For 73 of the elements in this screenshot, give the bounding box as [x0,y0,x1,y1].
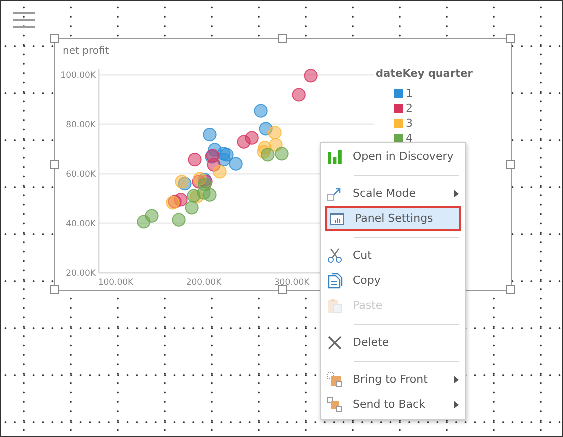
cross-icon [327,334,343,350]
menu-item[interactable]: Send to Back [321,392,465,417]
resize-arrow-icon [327,186,343,202]
paste-icon [327,298,343,314]
data-point [257,145,271,159]
panel-title: net profit [62,45,110,59]
data-point [145,209,159,223]
axis-label: 40.00K [66,219,96,230]
legend-title: dateKey quarter [376,68,473,80]
data-point [213,165,227,179]
caret-icon [454,376,459,384]
menu-item[interactable]: Copy [321,268,465,293]
resize-handle[interactable] [278,34,287,43]
menu-item[interactable]: Bring to Front [321,367,465,392]
data-point [292,88,306,102]
data-point [217,153,231,167]
data-point [198,178,212,192]
legend-label: 3 [406,117,413,130]
data-point [203,128,217,142]
resize-handle[interactable] [278,285,287,294]
resize-handle[interactable] [506,285,515,294]
data-point [259,122,273,136]
data-point [207,158,221,172]
data-point [178,177,192,191]
bring-to-front-icon [327,372,343,388]
legend-label: 2 [406,102,413,115]
caret-icon [454,400,459,408]
axis-label: 80.00K [66,120,96,130]
menu-item[interactable]: Delete [321,330,465,355]
data-point [304,69,318,83]
caret-icon [454,190,459,198]
data-point [203,188,217,202]
menu-item[interactable]: Cut [321,243,465,268]
axis-label: 100.00K [60,70,96,81]
legend-label: 4 [406,132,413,145]
data-point [229,157,243,171]
data-point [193,172,207,186]
data-point [261,148,275,162]
data-point [172,213,186,227]
axis-label: 60.00K [66,170,96,180]
data-point [185,201,199,215]
legend-label: 1 [406,87,413,100]
resize-handle[interactable] [506,34,515,43]
axis-label: 20.00K [66,269,96,279]
panel-chart-icon [329,210,345,226]
axis-label: 100.00K [98,278,134,288]
axis-label: 200.00K [186,278,222,288]
data-point [275,147,289,161]
data-point [188,153,202,167]
data-point [175,175,189,189]
resize-handle[interactable] [50,285,59,294]
data-point [237,135,251,149]
data-point [137,215,151,229]
data-point [254,104,268,118]
copy-icon [327,272,343,288]
resize-handle[interactable] [50,160,59,168]
menu-item[interactable]: Scale Mode [321,181,465,206]
resize-handle[interactable] [50,34,59,43]
data-point [187,189,201,203]
data-point [245,131,259,145]
data-point [220,148,234,162]
data-point [269,138,283,152]
send-to-back-icon [327,396,343,412]
scissors-icon [327,248,343,264]
bar-chart-icon [327,148,343,164]
menu-icon[interactable] [13,12,35,28]
resize-handle[interactable] [506,160,515,168]
axis-label: 300.00K [274,278,310,288]
menu-item[interactable]: Panel Settings [325,206,461,231]
data-point [268,126,282,140]
data-point [197,186,211,200]
data-point [174,193,188,207]
menu-item[interactable]: Open in Discovery [321,144,465,169]
